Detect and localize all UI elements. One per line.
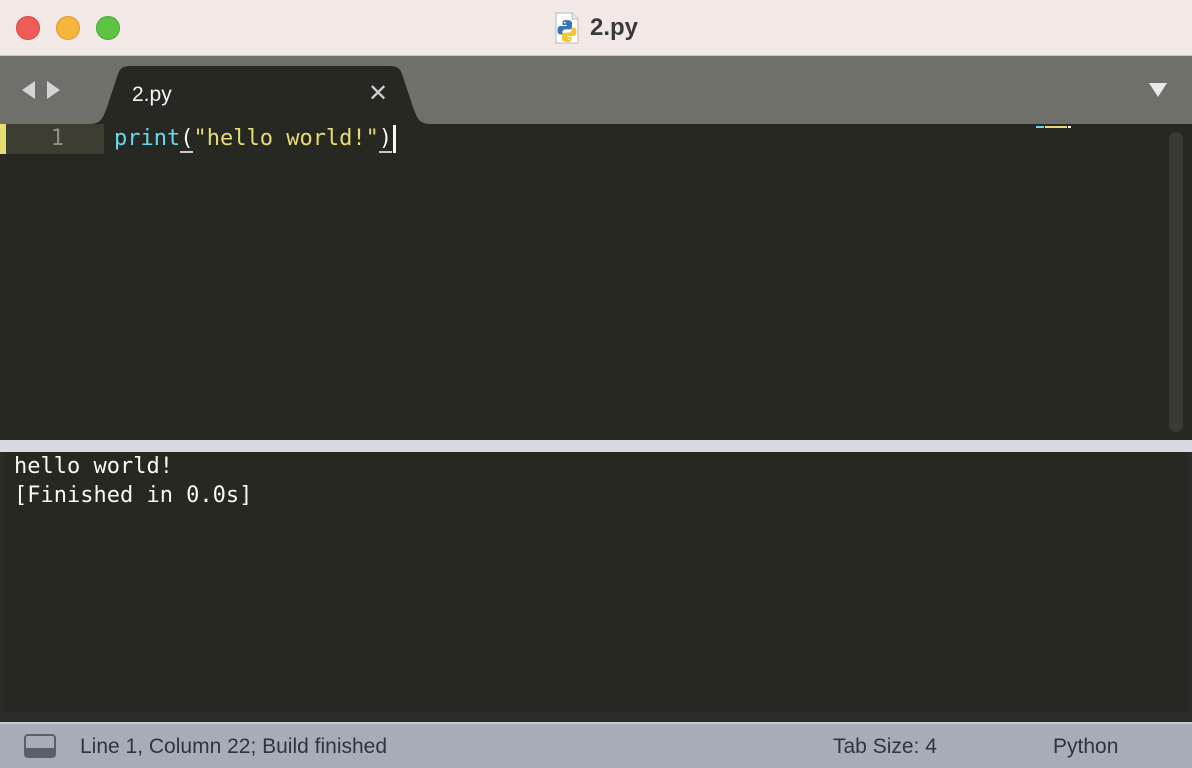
- close-icon[interactable]: ✕: [366, 82, 390, 106]
- code-line[interactable]: print("hello world!"): [114, 124, 397, 154]
- tab-label: 2.py: [132, 83, 172, 106]
- code-string-literal: "hello world!": [193, 126, 379, 151]
- tab-back-arrow-icon[interactable]: [20, 80, 38, 100]
- tab-size-selector[interactable]: Tab Size: 4: [833, 735, 937, 759]
- tab-bar: 2.py ✕: [0, 56, 1192, 124]
- output-line: [Finished in 0.0s]: [14, 483, 253, 508]
- title-bar: 2.py: [0, 0, 1192, 56]
- tab-list-dropdown-icon[interactable]: [1148, 82, 1168, 98]
- window-title: 2.py: [589, 14, 639, 41]
- code-editor[interactable]: 1 print("hello world!"): [0, 124, 1192, 440]
- python-file-icon: [555, 12, 579, 44]
- panel-toggle-icon[interactable]: [24, 734, 56, 758]
- code-close-paren: ): [378, 126, 393, 153]
- syntax-selector[interactable]: Python: [1053, 735, 1118, 759]
- code-open-paren: (: [180, 126, 194, 153]
- output-line: hello world!: [14, 454, 173, 479]
- editor-scrollbar[interactable]: [1169, 132, 1183, 432]
- panel-divider[interactable]: [0, 440, 1192, 452]
- cursor-position-status: Line 1, Column 22; Build finished: [80, 735, 388, 758]
- text-cursor: [393, 125, 397, 153]
- code-function-name: print: [114, 126, 181, 151]
- minimap[interactable]: [1036, 124, 1076, 130]
- build-output-panel[interactable]: hello world! [Finished in 0.0s]: [4, 452, 1188, 712]
- status-bar: Line 1, Column 22; Build finished Tab Si…: [0, 722, 1192, 768]
- line-number: 1: [50, 126, 64, 151]
- window-title-group: 2.py: [0, 10, 1192, 46]
- tab-forward-arrow-icon[interactable]: [44, 80, 62, 100]
- tab-navigation: [20, 80, 62, 100]
- tab-2-py[interactable]: 2.py ✕: [88, 66, 432, 124]
